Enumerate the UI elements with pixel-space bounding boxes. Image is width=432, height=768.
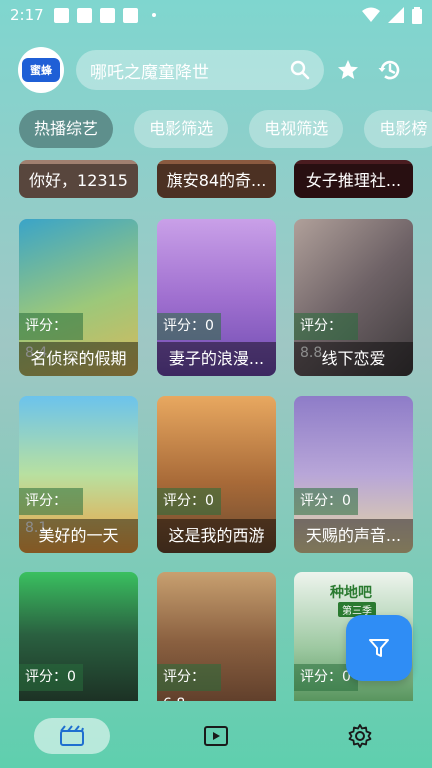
chip-tv-filter[interactable]: 电视筛选 (249, 110, 344, 148)
notification-icon (76, 7, 92, 23)
show-title: 你好，12315 (19, 164, 138, 198)
nav-player[interactable] (178, 718, 254, 754)
show-title: 妻子的浪漫... (157, 342, 276, 376)
rating-label: 评分：6.8 (157, 664, 221, 701)
show-card[interactable]: 你好，12315 (19, 160, 138, 198)
chip-movie-rank[interactable]: 电影榜 (364, 110, 432, 148)
show-card[interactable]: 评分：8.4 名侦探的假期 (19, 219, 138, 376)
play-icon (204, 725, 228, 746)
show-title: 天赐的声音... (294, 519, 413, 553)
chip-hot-variety[interactable]: 热播综艺 (19, 110, 114, 148)
show-card[interactable]: 评分：0 妻子的浪漫... (157, 219, 276, 376)
show-title: 名侦探的假期 (19, 342, 138, 376)
show-card[interactable]: 女子推理社... (294, 160, 413, 198)
battery-icon (412, 6, 422, 24)
show-card[interactable]: 评分：0 这是我的西游 (157, 396, 276, 553)
rating-label: 评分：8.4 (19, 313, 83, 361)
show-title: 女子推理社... (294, 164, 413, 198)
logo-text: 蜜蜂 (22, 58, 60, 82)
rating-label: 评分：0 (157, 488, 221, 515)
show-card[interactable]: 评分：6.8 (157, 572, 276, 701)
show-card[interactable]: 评分：0 天赐的声音... (294, 396, 413, 553)
notification-icon (53, 7, 69, 23)
category-chips: 热播综艺 电影筛选 电视筛选 电影榜 (0, 110, 432, 150)
app-logo[interactable]: 蜜蜂 (18, 47, 64, 93)
star-icon (338, 60, 358, 79)
more-notifications-icon (151, 13, 156, 17)
show-title: 线下恋爱 (294, 342, 413, 376)
rating-label: 评分：0 (294, 488, 358, 515)
chip-movie-filter[interactable]: 电影筛选 (134, 110, 229, 148)
search-bar[interactable]: 哪吒之魔童降世 (76, 50, 324, 90)
search-icon[interactable] (290, 60, 310, 80)
settings-icon (348, 723, 372, 748)
signal-icon (388, 7, 404, 23)
filter-button[interactable] (346, 615, 412, 681)
nav-settings[interactable] (322, 718, 398, 754)
favorites-button[interactable] (330, 52, 366, 88)
app-header: 蜜蜂 哪吒之魔童降世 (0, 46, 432, 94)
status-bar: 2:17 (0, 0, 432, 30)
rating-label: 评分：0 (157, 313, 221, 340)
movie-icon (60, 724, 84, 746)
poster-badge: 种地吧 (330, 585, 372, 601)
wifi-icon (362, 7, 380, 22)
rating-label: 评分：8.8 (294, 313, 358, 361)
rating-label: 评分：0 (19, 664, 83, 691)
bottom-navigation (0, 703, 432, 768)
rating-label: 评分：8.1 (19, 488, 83, 536)
show-title: 旗安84的奇... (157, 164, 276, 198)
history-icon (378, 60, 400, 80)
status-time: 2:17 (10, 6, 44, 24)
filter-icon (369, 639, 389, 657)
show-card[interactable]: 旗安84的奇... (157, 160, 276, 198)
history-button[interactable] (372, 52, 408, 88)
show-title: 这是我的西游 (157, 519, 276, 553)
show-card[interactable]: 评分：0 (19, 572, 138, 701)
show-card[interactable]: 评分：8.1 美好的一天 (19, 396, 138, 553)
search-input[interactable]: 哪吒之魔童降世 (90, 58, 290, 83)
show-card[interactable]: 评分：8.8 线下恋爱 (294, 219, 413, 376)
notification-icon (122, 7, 138, 23)
nav-movies[interactable] (34, 717, 110, 754)
notification-icon (99, 7, 115, 23)
show-title: 美好的一天 (19, 519, 138, 553)
